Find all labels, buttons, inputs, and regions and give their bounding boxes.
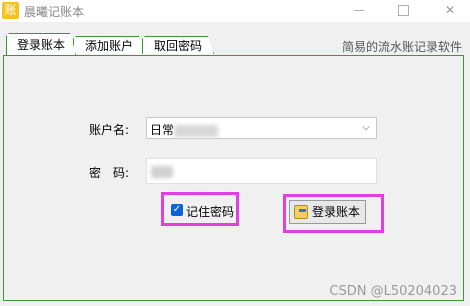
title-bar[interactable]: 账 晨曦记账本 ✕	[0, 0, 470, 22]
close-icon: ✕	[444, 3, 456, 17]
remember-label[interactable]: 记住密码	[186, 203, 234, 220]
app-slogan: 简易的流水账记录软件	[341, 40, 462, 54]
account-combobox[interactable]: 日常 ⌵	[146, 117, 377, 139]
minimize-icon	[354, 10, 364, 11]
account-label: 账户名:	[89, 123, 130, 137]
password-field[interactable]	[146, 158, 377, 184]
maximize-icon	[397, 5, 409, 16]
app-window: 账 晨曦记账本 ✕ 登录账本 添加账户 取回密码 简易的流水账记录软件 账户名:…	[0, 0, 470, 306]
maximize-button[interactable]	[393, 2, 413, 18]
account-value-text: 日常	[150, 123, 175, 137]
login-button[interactable]: 登录账本	[289, 200, 366, 224]
minimize-button[interactable]	[349, 2, 369, 18]
tab-recover-password[interactable]: 取回密码	[142, 36, 214, 54]
remember-checkbox[interactable]: ✓	[171, 204, 183, 216]
login-button-highlight: 登录账本	[283, 194, 384, 233]
redacted-password	[151, 166, 173, 178]
chevron-down-icon[interactable]: ⌵	[360, 120, 372, 136]
login-button-label: 登录账本	[312, 205, 361, 219]
tab-add-account[interactable]: 添加账户	[73, 36, 145, 54]
app-logo-icon: 账	[2, 2, 19, 19]
remember-highlight: ✓ 记住密码	[161, 192, 239, 226]
window-title: 晨曦记账本	[24, 5, 85, 19]
redacted-text	[174, 124, 219, 137]
key-icon	[294, 205, 308, 219]
close-button[interactable]: ✕	[440, 2, 460, 18]
account-value: 日常	[150, 121, 219, 138]
password-label: 密 码:	[89, 166, 130, 180]
tab-login[interactable]: 登录账本	[6, 33, 76, 55]
watermark: CSDN @L50204023	[329, 284, 457, 299]
